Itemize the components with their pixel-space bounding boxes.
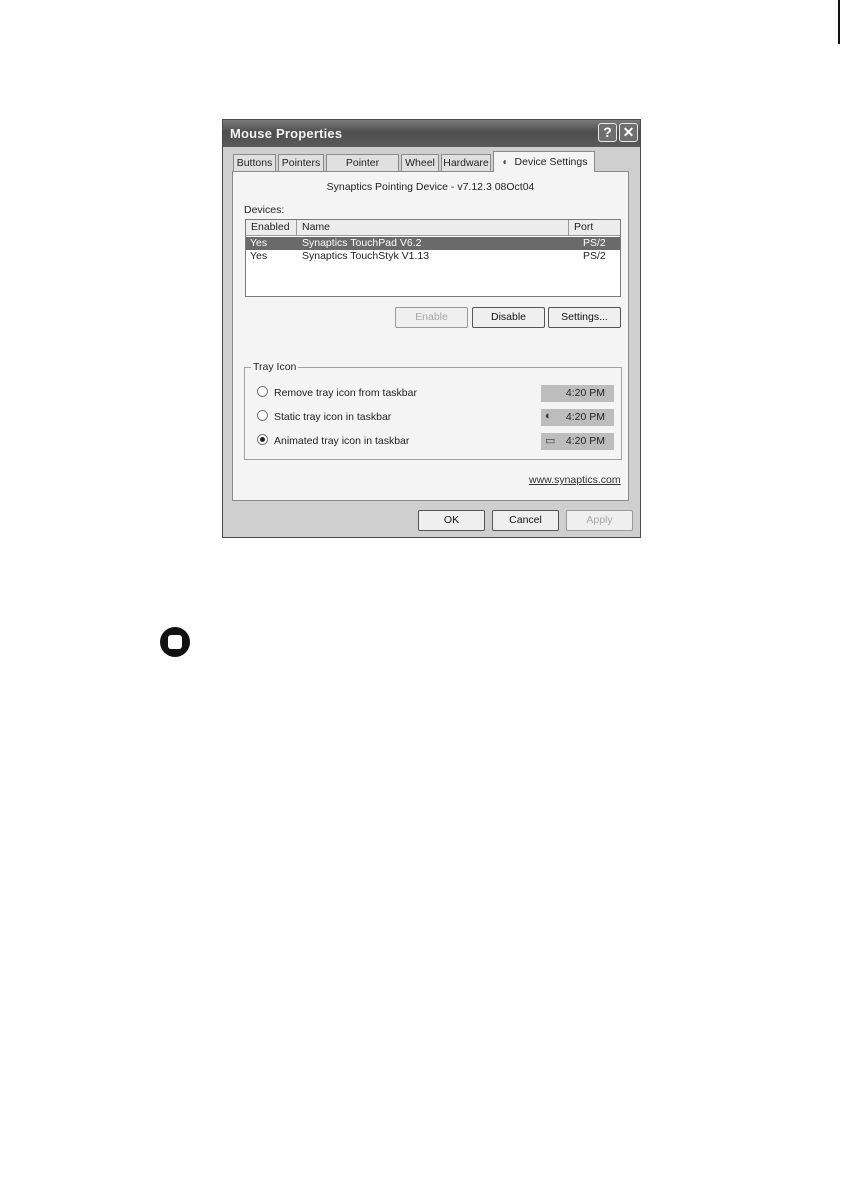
tray-option-label: Static tray icon in taskbar	[274, 411, 392, 423]
devices-label: Devices:	[244, 204, 285, 216]
tray-icon-group: Tray Icon Remove tray icon from taskbar …	[244, 361, 622, 460]
synaptics-link[interactable]: www.synaptics.com	[529, 474, 621, 486]
synaptics-touchpad-icon: ◐	[502, 157, 509, 168]
devices-list[interactable]: Enabled Name Port Yes Synaptics TouchPad…	[245, 219, 621, 297]
tab-hardware[interactable]: Hardware	[441, 154, 491, 171]
disable-button[interactable]: Disable	[472, 307, 545, 328]
tab-pointers[interactable]: Pointers	[278, 154, 324, 171]
tray-preview-animated: ▭ 4:20 PM	[541, 433, 614, 450]
ok-button[interactable]: OK	[418, 510, 485, 531]
window-title: Mouse Properties	[230, 126, 343, 141]
tab-pointer-options[interactable]: Pointer Options	[326, 154, 399, 185]
device-row[interactable]: Yes Synaptics TouchStyk V1.13 PS/2	[246, 250, 620, 263]
touchpad-static-icon: ◐	[545, 410, 552, 422]
tray-preview-time: 4:20 PM	[565, 387, 605, 399]
tray-option-remove[interactable]: Remove tray icon from taskbar	[257, 386, 417, 400]
device-row[interactable]: Yes Synaptics TouchPad V6.2 PS/2	[246, 237, 620, 250]
column-header-name[interactable]: Name	[297, 220, 569, 235]
help-button[interactable]: ?	[598, 123, 617, 142]
tray-option-label: Animated tray icon in taskbar	[274, 435, 410, 447]
tray-option-animated[interactable]: Animated tray icon in taskbar	[257, 434, 409, 448]
title-bar[interactable]: Mouse Properties ? ✕	[223, 120, 640, 147]
device-name: Synaptics TouchPad V6.2	[302, 237, 422, 249]
tray-preview-time: 4:20 PM	[565, 411, 605, 423]
device-name: Synaptics TouchStyk V1.13	[302, 250, 430, 262]
radio-animated[interactable]	[257, 434, 268, 445]
close-button[interactable]: ✕	[619, 123, 638, 142]
tray-preview-remove: 4:20 PM	[541, 385, 614, 402]
devices-list-header: Enabled Name Port	[246, 220, 620, 236]
enable-button[interactable]: Enable	[395, 307, 468, 328]
tab-device-settings[interactable]: ◐ Device Settings	[493, 151, 595, 172]
page-edge-line	[838, 0, 840, 44]
apply-button[interactable]: Apply	[566, 510, 633, 531]
end-of-section-icon	[160, 627, 190, 657]
device-settings-panel: Synaptics Pointing Device - v7.12.3 08Oc…	[232, 171, 629, 501]
tray-preview-static: ◐ 4:20 PM	[541, 409, 614, 426]
radio-static[interactable]	[257, 410, 268, 421]
device-enabled: Yes	[250, 250, 268, 262]
device-port: PS/2	[583, 237, 606, 249]
tab-buttons[interactable]: Buttons	[233, 154, 276, 171]
tray-preview-time: 4:20 PM	[565, 435, 605, 447]
touchpad-animated-icon: ▭	[545, 435, 556, 447]
tab-wheel[interactable]: Wheel	[401, 154, 439, 171]
cancel-button[interactable]: Cancel	[492, 510, 559, 531]
settings-button[interactable]: Settings...	[548, 307, 621, 328]
column-header-port[interactable]: Port	[569, 220, 620, 235]
tray-icon-legend: Tray Icon	[251, 361, 299, 373]
tray-option-static[interactable]: Static tray icon in taskbar	[257, 410, 391, 424]
device-enabled: Yes	[250, 237, 268, 249]
device-version-text: Synaptics Pointing Device - v7.12.3 08Oc…	[326, 181, 535, 193]
tab-device-settings-label: Device Settings	[514, 156, 588, 168]
device-port: PS/2	[583, 250, 606, 262]
column-header-enabled[interactable]: Enabled	[246, 220, 297, 235]
tray-option-label: Remove tray icon from taskbar	[274, 387, 417, 399]
radio-remove[interactable]	[257, 386, 268, 397]
mouse-properties-dialog: Mouse Properties ? ✕ Buttons Pointers Po…	[222, 119, 641, 538]
